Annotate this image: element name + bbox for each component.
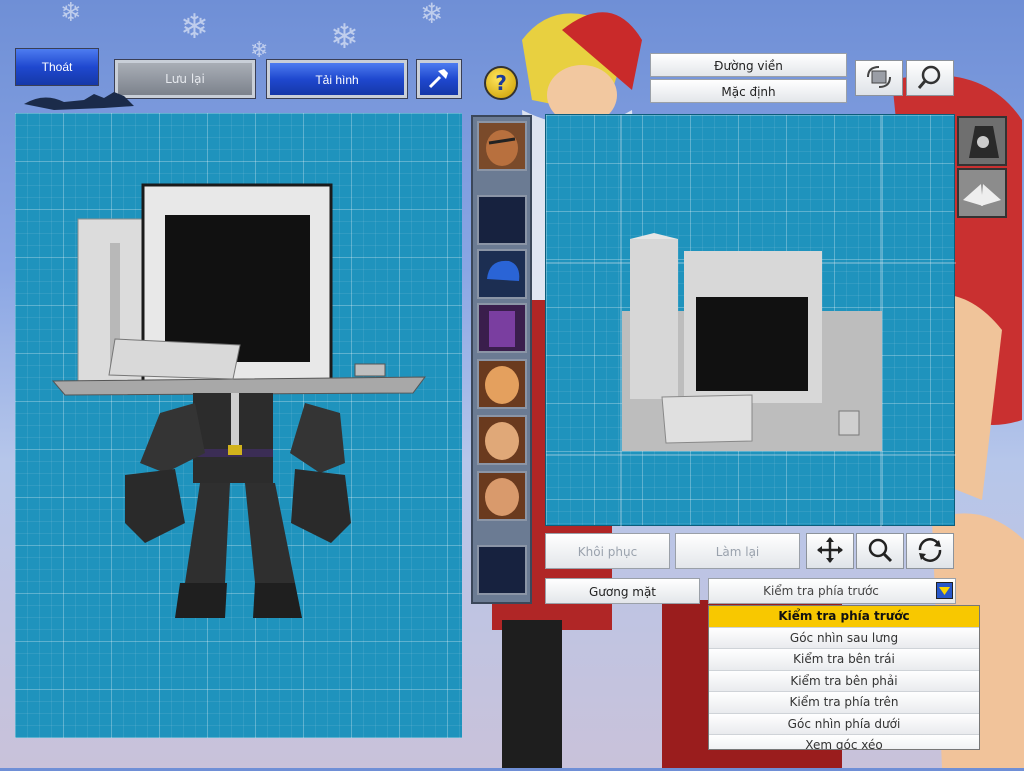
border-button[interactable]: Đường viền: [650, 53, 847, 77]
empty-part-slot[interactable]: [477, 545, 527, 595]
snowflake-decoration: ❄: [250, 38, 269, 63]
helmet-thumbnail[interactable]: [477, 249, 527, 299]
view-option-top[interactable]: Kiểm tra phía trên: [709, 692, 979, 714]
snowflake-decoration: ❄: [60, 0, 82, 28]
exit-button[interactable]: Thoát: [15, 48, 99, 86]
magnifier-icon: [916, 64, 944, 93]
snowflake-decoration: ❄: [420, 0, 444, 30]
armor-thumbnail[interactable]: [477, 303, 527, 353]
rotate-box-icon: [864, 65, 894, 92]
default-button[interactable]: Mặc định: [650, 79, 847, 103]
view-option-bottom[interactable]: Góc nhìn phía dưới: [709, 713, 979, 735]
snowflake-decoration: ❄: [330, 17, 359, 57]
save-button[interactable]: Lưu lại: [114, 59, 256, 99]
part-preview-panel[interactable]: [545, 114, 956, 527]
view-option-right[interactable]: Kiểm tra bên phải: [709, 670, 979, 692]
skull-armor-thumbnail[interactable]: [957, 116, 1007, 166]
help-icon[interactable]: ?: [484, 66, 518, 100]
model-preview-panel[interactable]: [15, 113, 462, 738]
rotate-arrows-icon: [915, 536, 945, 567]
zoom-tool-button[interactable]: [856, 533, 904, 569]
hammer-icon: [426, 68, 452, 94]
restore-button[interactable]: Khôi phục: [545, 533, 670, 569]
view-angle-select[interactable]: Kiểm tra phía trước: [708, 578, 956, 604]
zoom-view-button[interactable]: [906, 60, 954, 96]
empty-part-slot[interactable]: [477, 195, 527, 245]
move-tool-button[interactable]: [806, 533, 854, 569]
magnifier-icon: [866, 536, 894, 567]
view-option-front[interactable]: Kiểm tra phía trước: [709, 606, 979, 628]
rotate-tool-button[interactable]: [906, 533, 954, 569]
face-thumbnail-3[interactable]: [477, 415, 527, 465]
face-thumbnail-2[interactable]: [477, 359, 527, 409]
computer-head-character-model: [51, 183, 427, 618]
hammer-button[interactable]: [416, 59, 462, 99]
view-angle-dropdown-list: Kiểm tra phía trước Góc nhìn sau lưng Ki…: [708, 605, 980, 750]
move-arrows-icon: [816, 536, 844, 567]
view-option-back[interactable]: Góc nhìn sau lưng: [709, 627, 979, 649]
face-button[interactable]: Gương mặt: [545, 578, 700, 604]
wing-accessory-thumbnail[interactable]: [957, 168, 1007, 218]
dropdown-arrow-icon[interactable]: [936, 582, 953, 599]
face-thumbnail-4[interactable]: [477, 471, 527, 521]
redo-button[interactable]: Làm lại: [675, 533, 800, 569]
reload-image-button[interactable]: Tải hình: [266, 59, 408, 99]
snowflake-decoration: ❄: [180, 7, 209, 47]
computer-model-preview: [546, 115, 956, 527]
face-thumbnail-1[interactable]: [477, 121, 527, 171]
view-option-oblique[interactable]: Xem góc xéo: [709, 735, 979, 749]
part-thumbnail-strip: [471, 115, 532, 604]
view-angle-selected-value: Kiểm tra phía trước: [763, 584, 879, 598]
rotate-view-button[interactable]: [855, 60, 903, 96]
view-option-left[interactable]: Kiểm tra bên trái: [709, 649, 979, 671]
